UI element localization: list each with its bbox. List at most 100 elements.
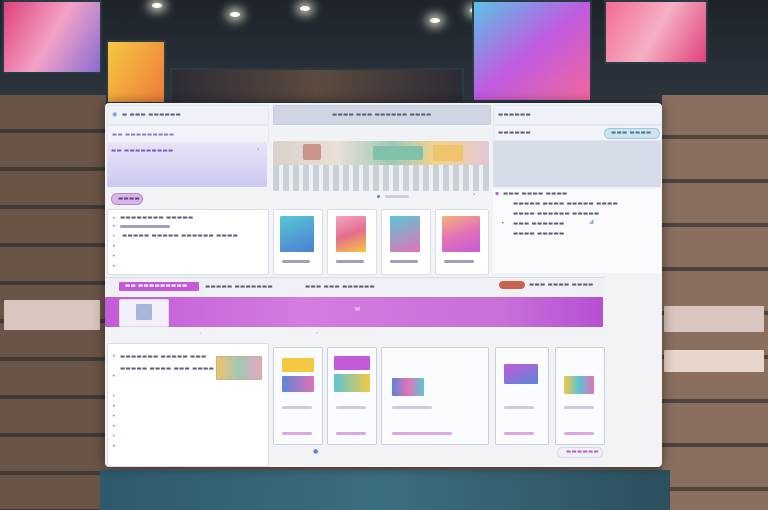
expand-icon[interactable]: ◦: [315, 331, 319, 337]
product-card[interactable]: [273, 347, 323, 445]
header-right-title: ▬▬▬▬▬▬: [498, 112, 531, 118]
bullet-icon: ▪: [495, 190, 500, 197]
right-subheader-text: ▬▬▬▬▬▬: [498, 130, 531, 136]
hero-image[interactable]: [273, 141, 489, 191]
right-list-item[interactable]: ▬▬▬ ▬▬▬▬▬▬: [513, 221, 565, 227]
product-price-bar: [564, 432, 594, 435]
right-list-item[interactable]: ▬▬▬▬▬ ▬▬▬▬ ▬▬▬▬▬ ▬▬▬▬: [513, 201, 618, 207]
placeholder-line: [120, 225, 170, 228]
product-image: [280, 216, 314, 252]
neon-sign: [2, 0, 102, 74]
left-subheader-text: ▬▬ ▬▬▬▬▬▬▬▬▬: [112, 132, 175, 138]
product-label: [336, 260, 364, 263]
product-label: [444, 260, 474, 263]
bullet-icon: •: [112, 263, 116, 270]
bullet-icon: •: [501, 220, 505, 227]
product-image: [392, 378, 424, 396]
left-list-item[interactable]: ▬▬▬▬▬▬▬▬ ▬▬▬▬▬: [120, 215, 194, 221]
pagination-dot[interactable]: ●: [313, 449, 318, 455]
banner-link[interactable]: ▬▬▬ ▬▬▬▬ ▬▬▬▬: [529, 282, 594, 288]
left-list-card: • ▬▬▬▬▬▬▬▬ ▬▬▬▬▬ • • ▬▬▬▬▬ ▬▬▬▬▬ ▬▬▬▬▬▬ …: [107, 209, 269, 275]
product-image: [442, 216, 480, 252]
hero-product-photo: [433, 145, 463, 161]
product-label: [564, 406, 594, 409]
right-shelf: [662, 95, 768, 510]
product-price-bar: [504, 432, 534, 435]
carousel-dot-active[interactable]: [377, 195, 380, 198]
ceiling-light: [300, 6, 310, 11]
bullet-icon: •: [112, 223, 116, 230]
next-arrow-icon[interactable]: ›: [473, 192, 475, 198]
product-card[interactable]: [495, 347, 549, 445]
product-image: [334, 356, 370, 370]
product-image: [564, 376, 594, 394]
product-card[interactable]: [327, 209, 377, 275]
tab-active-label: ▬▬ ▬▬▬▬▬▬▬▬▬: [125, 283, 188, 289]
product-card[interactable]: [273, 209, 323, 275]
product-image: [334, 374, 370, 392]
product-card[interactable]: [327, 347, 377, 445]
promo-badge[interactable]: [499, 281, 525, 289]
tab-active[interactable]: ▬▬ ▬▬▬▬▬▬▬▬▬: [119, 282, 199, 291]
product-label: [282, 260, 310, 263]
book-stack: [664, 306, 764, 332]
tab-label[interactable]: ▬▬▬ ▬▬▬ ▬▬▬▬▬▬: [305, 284, 375, 290]
filter-button-label: ▬▬▬▬: [118, 196, 140, 202]
hero-product-photo: [373, 146, 423, 160]
bullet-icon: •: [112, 353, 116, 360]
banner-thumbnail: [119, 299, 169, 327]
thumbnail-image[interactable]: [216, 356, 262, 380]
header-left: ◉ ▬ ▬▬▬ ▬▬▬▬▬▬: [107, 105, 269, 125]
product-image: [504, 364, 538, 384]
product-card[interactable]: [435, 209, 489, 275]
product-label: [336, 406, 366, 409]
mail-icon[interactable]: ✉: [355, 307, 360, 313]
bullet-icon: •: [112, 423, 116, 430]
left-subheader: ▬▬ ▬▬▬▬▬▬▬▬▬: [107, 125, 269, 143]
product-card-wide[interactable]: [381, 347, 489, 445]
header-right: ▬▬▬▬▬▬: [493, 105, 662, 125]
lower-left-line: ▬▬▬▬▬ ▬▬▬▬ ▬▬▬ ▬▬▬▬: [120, 366, 215, 372]
product-label: [390, 260, 418, 263]
header-left-title: ▬ ▬▬▬ ▬▬▬▬▬▬: [122, 112, 182, 118]
lower-left-title: ▬▬▬▬▬▬▬ ▬▬▬▬▬ ▬▬▬: [120, 354, 207, 360]
neon-sign: [106, 40, 166, 104]
right-list-item[interactable]: ▬▬▬ ▬▬▬▬ ▬▬▬▬: [503, 191, 568, 197]
bullet-icon: •: [112, 253, 116, 260]
bullet-icon: •: [112, 433, 116, 440]
neon-sign: [604, 0, 708, 64]
app-window: ◉ ▬ ▬▬▬ ▬▬▬▬▬▬ ▬▬▬▬ ▬▬▬ ▬▬▬▬▬▬ ▬▬▬▬ ▬▬▬▬…: [105, 103, 662, 467]
right-action-button[interactable]: ▬▬▬ ▬▬▬▬: [604, 128, 660, 139]
right-list-item[interactable]: ▬▬▬▬ ▬▬▬▬▬: [513, 231, 565, 237]
product-image: [282, 358, 314, 372]
product-label: [282, 406, 312, 409]
expand-icon[interactable]: ◦: [199, 331, 203, 337]
product-card[interactable]: [381, 209, 431, 275]
book-stack: [4, 300, 100, 330]
product-card[interactable]: [555, 347, 605, 445]
bullet-icon: •: [112, 443, 116, 450]
store-header-sign: [170, 68, 464, 104]
carousel-progress: [385, 195, 409, 198]
promo-banner[interactable]: ✉: [105, 297, 603, 327]
floor: [100, 470, 670, 510]
right-list-item[interactable]: ▬▬▬▬ ▬▬▬▬▬▬ ▬▬▬▬▬: [513, 211, 600, 217]
ceiling-light: [152, 3, 162, 8]
bullet-icon: •: [112, 243, 116, 250]
filter-button[interactable]: ▬▬▬▬: [111, 193, 143, 205]
banner-thumb-image: [136, 304, 152, 320]
product-label: [392, 406, 432, 409]
left-section-title: ▬▬ ▬▬▬▬▬▬▬▬▬: [111, 148, 174, 154]
right-subheader: ▬▬▬▬▬▬ ▬▬▬ ▬▬▬▬: [493, 125, 662, 141]
product-image: [390, 216, 420, 252]
right-action-button-label: ▬▬▬ ▬▬▬▬: [611, 130, 652, 136]
book-stack: [664, 350, 764, 372]
chevron-right-icon[interactable]: ›: [257, 147, 259, 153]
tab-label[interactable]: ▬▬▬▬▬ ▬▬▬▬▬▬▬: [205, 284, 273, 290]
right-list: ▪ ▬▬▬ ▬▬▬▬ ▬▬▬▬ ▬▬▬▬▬ ▬▬▬▬ ▬▬▬▬▬ ▬▬▬▬ ▬▬…: [493, 189, 661, 273]
right-gray-block: [493, 141, 661, 187]
left-list-item[interactable]: ▬▬▬▬▬ ▬▬▬▬▬ ▬▬▬▬▬▬ ▬▬▬▬: [122, 233, 238, 239]
ceiling-light: [430, 18, 440, 23]
footer-button[interactable]: ▬▬▬▬▬▬: [557, 447, 603, 458]
product-image: [282, 376, 314, 392]
